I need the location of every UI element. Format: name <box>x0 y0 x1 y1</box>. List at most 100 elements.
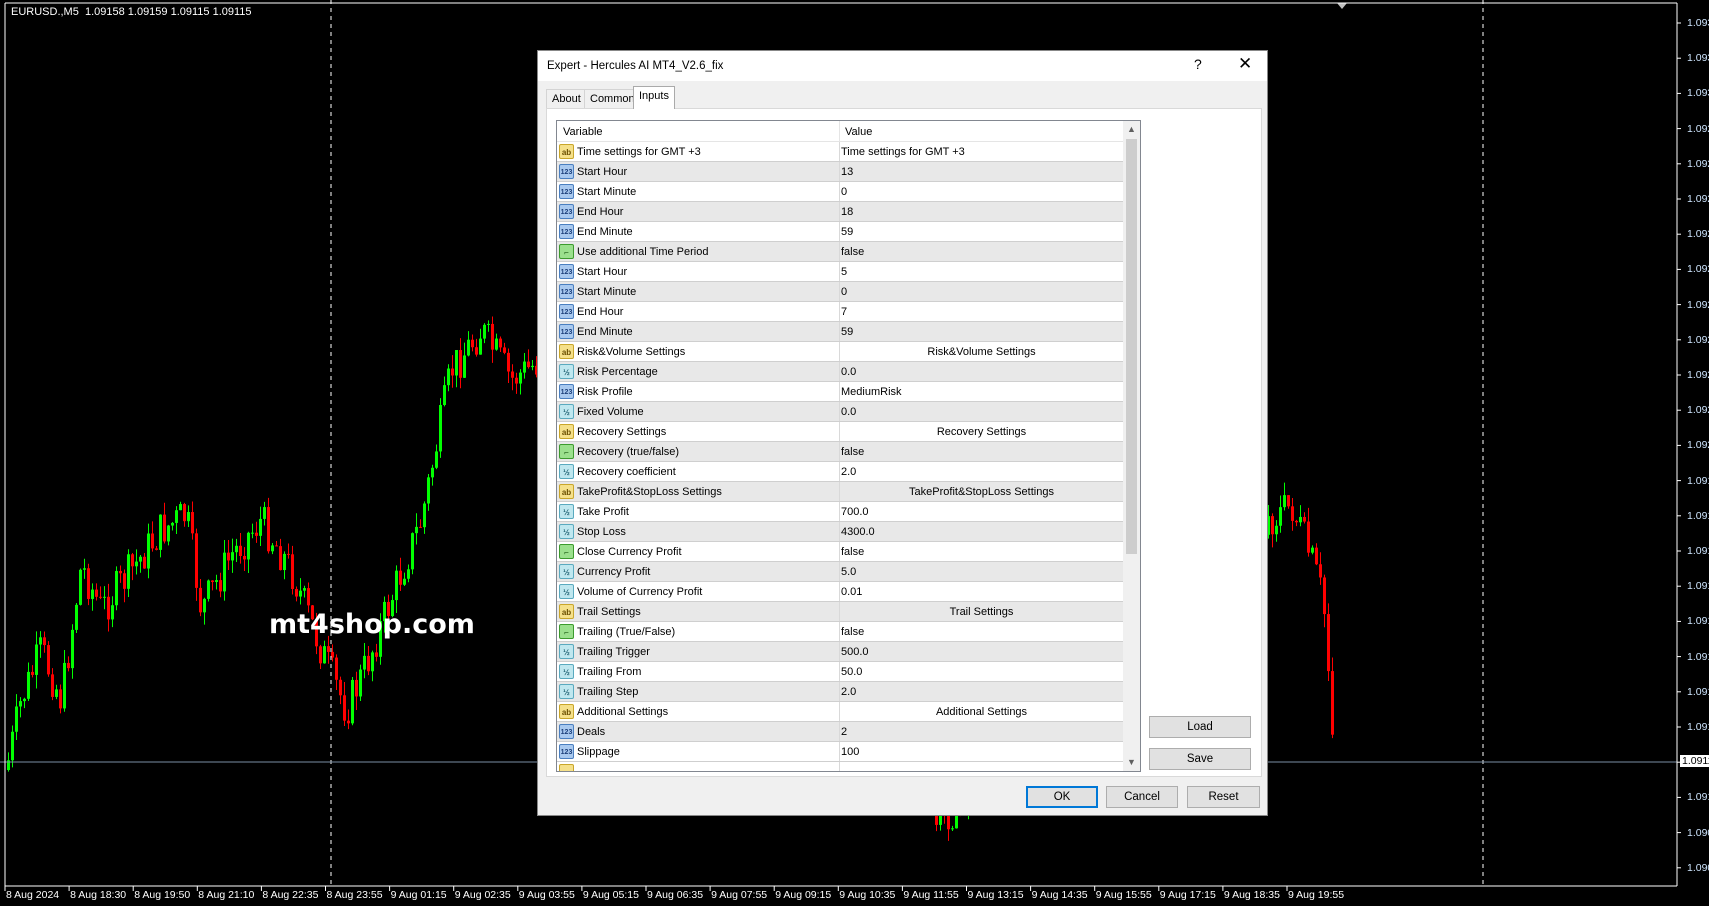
column-header-value[interactable]: Value <box>845 126 872 138</box>
table-row[interactable]: ab Additional Settings Additional Settin… <box>557 702 1123 722</box>
table-row[interactable]: ½ Risk Percentage 0.0 <box>557 362 1123 382</box>
variable-value[interactable]: 13 <box>841 166 853 178</box>
candle-body <box>427 477 430 504</box>
variable-value[interactable]: 7 <box>841 306 847 318</box>
variable-value[interactable]: 18 <box>841 206 853 218</box>
boolean-icon: ⌐ <box>559 444 574 459</box>
candle-body <box>415 526 418 534</box>
price-tick-label: 1.0919 <box>1687 474 1709 487</box>
candle-body <box>211 580 214 582</box>
variable-value[interactable]: Recovery Settings <box>840 426 1123 438</box>
table-row[interactable]: 123 End Hour 7 <box>557 302 1123 322</box>
variable-value[interactable]: 700.0 <box>841 506 869 518</box>
time-tick-label: 9 Aug 11:55 <box>903 889 959 901</box>
candle-body <box>107 596 110 620</box>
variable-value[interactable]: false <box>841 246 864 258</box>
save-button[interactable]: Save <box>1149 748 1251 770</box>
table-row[interactable]: ½ Stop Loss 4300.0 <box>557 522 1123 542</box>
variable-value[interactable]: false <box>841 446 864 458</box>
tab-about[interactable]: About <box>546 89 587 108</box>
variable-value[interactable]: 59 <box>841 226 853 238</box>
scrollbar-thumb[interactable] <box>1126 139 1137 554</box>
table-row[interactable]: 123 Slippage 100 <box>557 742 1123 762</box>
table-row[interactable]: ½ Recovery coefficient 2.0 <box>557 462 1123 482</box>
scroll-up-icon[interactable]: ▲ <box>1127 124 1136 134</box>
table-row[interactable]: ½ Trailing Step 2.0 <box>557 682 1123 702</box>
variable-value[interactable]: 59 <box>841 326 853 338</box>
variable-value[interactable]: MediumRisk <box>841 386 902 398</box>
variable-value[interactable]: 0.0 <box>841 366 856 378</box>
table-row[interactable]: ½ Fixed Volume 0.0 <box>557 402 1123 422</box>
variable-value[interactable]: Risk&Volume Settings <box>840 346 1123 358</box>
variable-value[interactable]: 4300.0 <box>841 526 875 538</box>
variable-value[interactable]: 5.0 <box>841 566 856 578</box>
variable-value[interactable]: 0.01 <box>841 586 862 598</box>
table-row[interactable]: ⌐ Trailing (True/False) false <box>557 622 1123 642</box>
variable-value[interactable]: 50.0 <box>841 666 862 678</box>
variable-value[interactable]: 0 <box>841 186 847 198</box>
table-row[interactable]: ½ Take Profit 700.0 <box>557 502 1123 522</box>
candle-body <box>451 368 454 376</box>
load-button[interactable]: Load <box>1149 716 1251 738</box>
candle-body <box>519 372 522 384</box>
variable-value[interactable]: 0 <box>841 286 847 298</box>
table-row[interactable]: 123 Start Hour 5 <box>557 262 1123 282</box>
table-row[interactable]: ab Time settings for GMT +3 Time setting… <box>557 142 1123 162</box>
dialog-title-bar[interactable]: Expert - Hercules AI MT4_V2.6_fix ? ✕ <box>538 51 1267 81</box>
table-row[interactable]: ab Risk&Volume Settings Risk&Volume Sett… <box>557 342 1123 362</box>
table-row[interactable]: 123 Start Minute 0 <box>557 282 1123 302</box>
close-button[interactable]: ✕ <box>1238 54 1252 74</box>
ok-button[interactable]: OK <box>1026 786 1098 808</box>
variable-value[interactable]: 2.0 <box>841 686 856 698</box>
cancel-button[interactable]: Cancel <box>1106 786 1178 808</box>
candle-body <box>175 510 178 523</box>
table-row[interactable]: 123 Deals 2 <box>557 722 1123 742</box>
table-row[interactable]: 123 End Minute 59 <box>557 322 1123 342</box>
double-icon: ½ <box>559 644 574 659</box>
table-row[interactable]: ab Trail Settings Trail Settings <box>557 602 1123 622</box>
table-row[interactable]: ⌐ Use additional Time Period false <box>557 242 1123 262</box>
table-row-partial[interactable] <box>557 762 1123 771</box>
table-row[interactable]: ½ Trailing Trigger 500.0 <box>557 642 1123 662</box>
variable-name: Time settings for GMT +3 <box>577 146 701 158</box>
column-header-variable[interactable]: Variable <box>563 126 603 138</box>
price-tick-label: 1.0923 <box>1687 333 1709 346</box>
scroll-down-icon[interactable]: ▼ <box>1127 757 1136 767</box>
table-row[interactable]: ½ Trailing From 50.0 <box>557 662 1123 682</box>
table-row[interactable]: ½ Volume of Currency Profit 0.01 <box>557 582 1123 602</box>
variable-value[interactable]: Time settings for GMT +3 <box>841 146 965 158</box>
variable-value[interactable]: false <box>841 626 864 638</box>
table-row[interactable]: 123 Start Hour 13 <box>557 162 1123 182</box>
tab-inputs[interactable]: Inputs <box>633 86 675 109</box>
variable-value[interactable]: 2.0 <box>841 466 856 478</box>
shift-marker[interactable] <box>1337 3 1347 9</box>
variable-value[interactable]: 2 <box>841 726 847 738</box>
table-row[interactable]: ½ Currency Profit 5.0 <box>557 562 1123 582</box>
variable-value[interactable]: 5 <box>841 266 847 278</box>
table-scrollbar[interactable]: ▲ ▼ <box>1123 121 1140 771</box>
candle-body <box>339 679 342 696</box>
variable-value[interactable]: 0.0 <box>841 406 856 418</box>
time-tick-label: 9 Aug 10:35 <box>839 889 896 901</box>
variable-value[interactable]: false <box>841 546 864 558</box>
variable-value[interactable]: Additional Settings <box>840 706 1123 718</box>
table-row[interactable]: ⌐ Close Currency Profit false <box>557 542 1123 562</box>
variable-value[interactable]: 500.0 <box>841 646 869 658</box>
variable-value[interactable]: TakeProfit&StopLoss Settings <box>840 486 1123 498</box>
table-row[interactable]: ab Recovery Settings Recovery Settings <box>557 422 1123 442</box>
candle-body <box>1295 520 1298 523</box>
reset-button[interactable]: Reset <box>1187 786 1260 808</box>
table-row[interactable]: 123 Start Minute 0 <box>557 182 1123 202</box>
table-row[interactable]: ⌐ Recovery (true/false) false <box>557 442 1123 462</box>
table-row[interactable]: 123 End Hour 18 <box>557 202 1123 222</box>
candle-body <box>119 570 122 574</box>
help-button[interactable]: ? <box>1194 56 1202 72</box>
table-row[interactable]: 123 Risk Profile MediumRisk <box>557 382 1123 402</box>
candle-body <box>367 655 370 672</box>
table-row[interactable]: 123 End Minute 59 <box>557 222 1123 242</box>
price-tick-label: 1.0910 <box>1687 791 1709 804</box>
variable-value[interactable]: Trail Settings <box>840 606 1123 618</box>
candle-body <box>139 556 142 562</box>
table-row[interactable]: ab TakeProfit&StopLoss Settings TakeProf… <box>557 482 1123 502</box>
variable-value[interactable]: 100 <box>841 746 859 758</box>
